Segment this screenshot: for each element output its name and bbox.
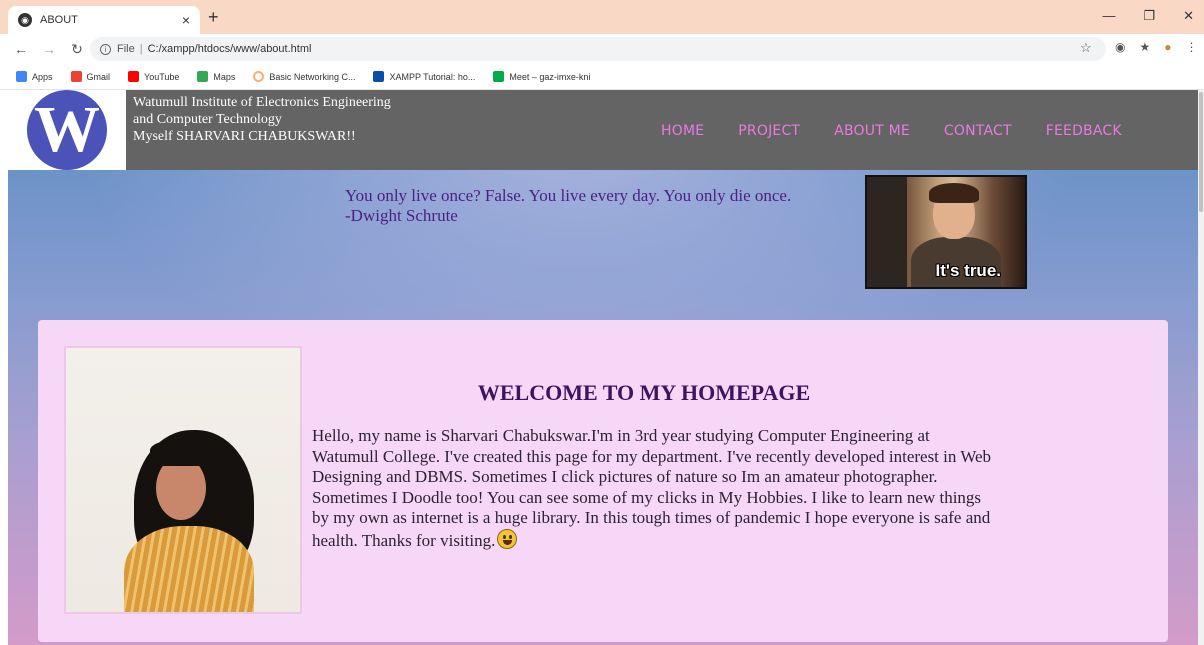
quote-text: You only live once? False. You live ever… (345, 186, 792, 205)
profile-avatar-icon[interactable]: ● (1164, 40, 1171, 54)
nav-link-about-me[interactable]: ABOUT ME (834, 123, 910, 139)
bookmark-maps[interactable]: Maps (197, 71, 235, 82)
site-title-line1: Watumull Institute of Electronics Engine… (133, 95, 391, 110)
maximize-icon[interactable]: ❐ (1143, 8, 1155, 24)
bookmark-gmail[interactable]: Gmail (70, 71, 111, 82)
page-viewport: W Watumull Institute of Electronics Engi… (0, 90, 1204, 645)
gif-person-hair (929, 183, 979, 203)
quote-author: -Dwight Schrute (345, 206, 458, 225)
quote-block: You only live once? False. You live ever… (345, 186, 791, 226)
bookmark-label: Basic Networking C... (269, 71, 356, 82)
bookmark-youtube[interactable]: YouTube (128, 71, 179, 82)
url-separator: | (139, 43, 143, 55)
loading-ring-icon (253, 71, 265, 82)
bookmark-label: XAMPP Tutorial: ho... (389, 71, 476, 82)
smiley-emoji-icon (497, 528, 518, 549)
site-title-line2: and Computer Technology (133, 112, 282, 127)
forward-arrow-icon[interactable]: → (42, 41, 56, 57)
bookmark-meet[interactable]: Meet – gaz-imxe-kni (493, 71, 590, 82)
intro-text: Hello, my name is Sharvari Chabukswar.I'… (312, 426, 992, 550)
dwight-gif-image: It's true. (865, 175, 1027, 289)
bookmark-star-icon[interactable]: ☆ (1080, 40, 1092, 56)
site-navigation: HOME PROJECT ABOUT ME CONTACT FEEDBACK (661, 123, 1122, 139)
logo: W (8, 90, 126, 170)
info-icon[interactable]: i (100, 43, 111, 55)
url-path: C:/xampp/htdocs/www/about.html (147, 43, 312, 55)
meet-icon (493, 71, 505, 82)
tab-close-icon[interactable]: × (182, 12, 190, 28)
apps-grid-icon (16, 71, 27, 82)
window-controls: — ❐ ✕ (1102, 8, 1194, 24)
bookmark-xampp-tutorial[interactable]: XAMPP Tutorial: ho... (373, 71, 475, 82)
site-header: W Watumull Institute of Electronics Engi… (8, 90, 1198, 170)
bookmark-label: Apps (32, 71, 53, 82)
reload-icon[interactable]: ↻ (70, 41, 84, 58)
close-window-icon[interactable]: ✕ (1183, 8, 1194, 24)
site-title-line3: Myself SHARVARI CHABUKSWAR!! (133, 129, 356, 144)
vertical-scrollbar[interactable] (1198, 90, 1204, 645)
nav-link-home[interactable]: HOME (661, 123, 704, 139)
puzzle-extensions-icon[interactable]: ★ (1139, 40, 1150, 54)
address-bar[interactable]: i File | C:/xampp/htdocs/www/about.html (90, 37, 1106, 61)
bookmark-label: Maps (213, 71, 236, 82)
photo-bangs (150, 440, 216, 466)
browser-tab-bar: ◉ ABOUT × + — ❐ ✕ (0, 0, 1204, 34)
youtube-icon (128, 71, 140, 82)
nav-link-contact[interactable]: CONTACT (944, 123, 1012, 139)
new-tab-button[interactable]: + (208, 7, 219, 28)
bookmark-label: YouTube (144, 71, 180, 82)
back-arrow-icon[interactable]: ← (14, 41, 28, 57)
scrollbar-thumb[interactable] (1199, 92, 1203, 212)
bookmark-label: Gmail (86, 71, 111, 82)
welcome-card: WELCOME TO MY HOMEPAGE Hello, my name is… (38, 320, 1168, 642)
maps-icon (197, 71, 209, 82)
intro-paragraph: Hello, my name is Sharvari Chabukswar.I'… (312, 426, 998, 551)
xampp-icon (373, 71, 385, 82)
welcome-heading: WELCOME TO MY HOMEPAGE (477, 380, 811, 405)
logo-letter: W (34, 93, 100, 166)
logo-circle-icon: W (27, 90, 107, 170)
site-title: Watumull Institute of Electronics Engine… (133, 94, 391, 145)
gif-caption: It's true. (935, 261, 1001, 280)
nav-link-feedback[interactable]: FEEDBACK (1046, 123, 1122, 139)
minimize-icon[interactable]: — (1102, 8, 1115, 24)
bookmark-basic-networking[interactable]: Basic Networking C... (253, 71, 355, 82)
url-scheme: File (117, 43, 135, 55)
nav-link-project[interactable]: PROJECT (738, 123, 800, 139)
bookmark-apps[interactable]: Apps (16, 71, 53, 82)
extension-icons: ◉ ★ ● ⋮ (1115, 40, 1198, 54)
camera-icon[interactable]: ◉ (1115, 40, 1125, 54)
gmail-icon (70, 71, 82, 82)
profile-photo (64, 346, 302, 614)
photo-torso (124, 526, 254, 612)
globe-favicon-icon: ◉ (18, 13, 32, 27)
bookmark-label: Meet – gaz-imxe-kni (509, 71, 591, 82)
browser-tab[interactable]: ◉ ABOUT × (8, 6, 200, 34)
web-page: W Watumull Institute of Electronics Engi… (8, 90, 1198, 645)
tab-title: ABOUT (40, 14, 78, 26)
bookmarks-bar: Apps Gmail YouTube Maps Basic Networking… (0, 64, 1204, 90)
menu-kebab-icon[interactable]: ⋮ (1186, 40, 1198, 54)
browser-toolbar: ← → ↻ i File | C:/xampp/htdocs/www/about… (0, 34, 1204, 64)
